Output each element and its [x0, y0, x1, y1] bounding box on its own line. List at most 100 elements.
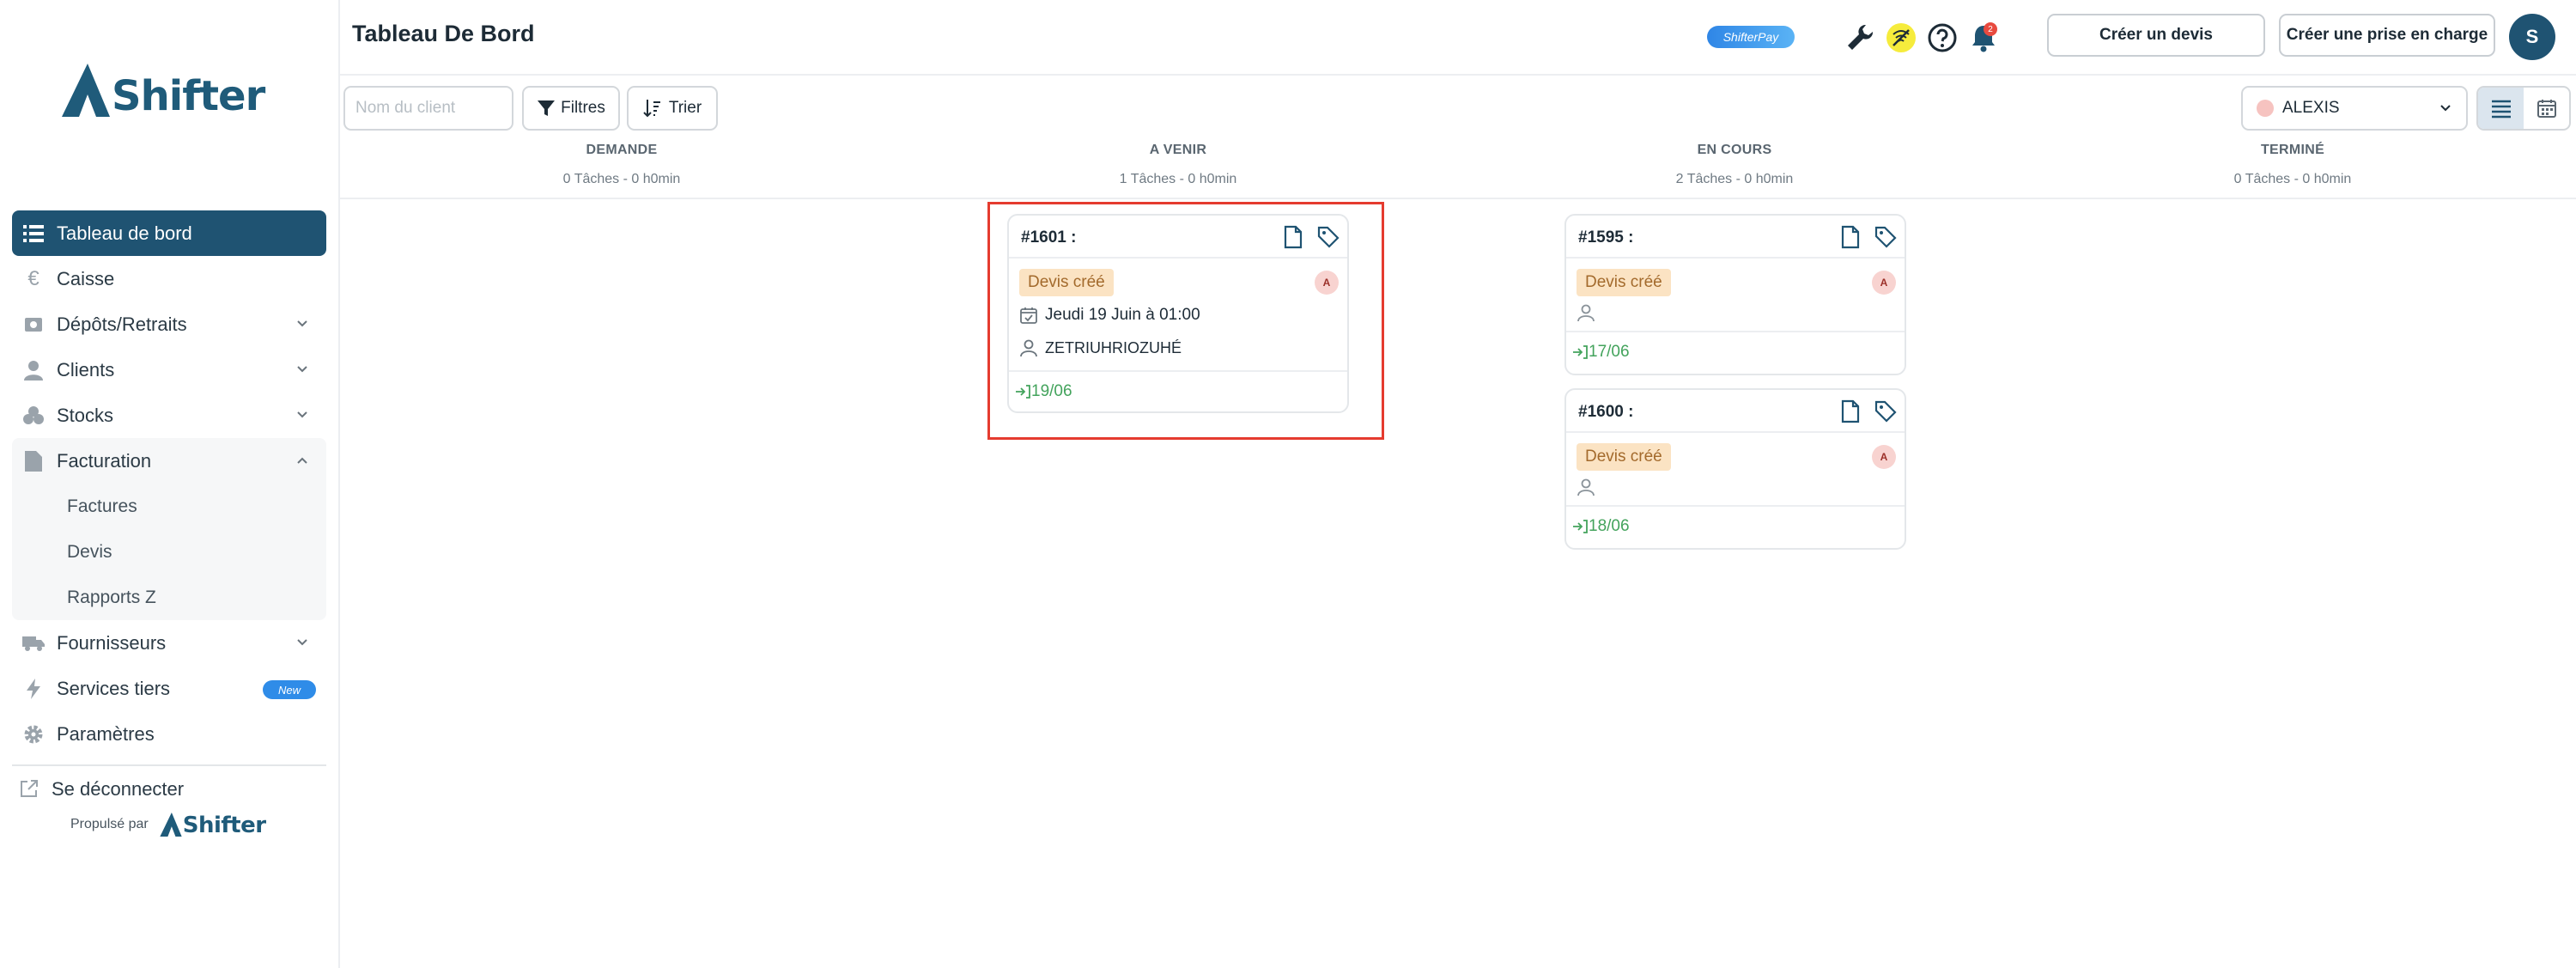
status-badge: Devis créé	[1577, 443, 1671, 471]
column-title: DEMANDE	[586, 143, 658, 157]
column-title: EN COURS	[1697, 143, 1772, 157]
wrench-icon[interactable]	[1843, 21, 1877, 55]
user-avatar[interactable]: S	[2509, 14, 2555, 60]
due-date: 17/06	[1571, 343, 1630, 362]
chevron-down-icon	[297, 411, 307, 418]
powered-by: Propulsé par Shifter	[70, 813, 266, 837]
sidebar-item-parametres[interactable]: Paramètres	[12, 711, 326, 757]
card-header: #1595 :	[1566, 216, 1905, 259]
column-title: A VENIR	[1149, 143, 1207, 157]
notification-count: 2	[1984, 22, 1997, 36]
sort-button[interactable]: Trier	[627, 86, 718, 131]
chevron-down-icon	[2440, 105, 2451, 112]
task-card-1595[interactable]: #1595 : Devis créé A 17/06	[1564, 214, 1906, 375]
new-badge: New	[263, 680, 316, 699]
external-link-icon	[19, 778, 41, 801]
user-outline-icon	[1577, 304, 1595, 322]
due-date-label: 17/06	[1589, 343, 1630, 361]
sidebar-item-caisse[interactable]: € Caisse	[12, 256, 326, 301]
column-title: TERMINÉ	[2260, 143, 2325, 157]
chevron-down-icon	[297, 639, 307, 646]
sidebar-item-stocks[interactable]: Stocks	[12, 393, 326, 438]
staff-color-dot	[2257, 100, 2274, 117]
logout-label: Se déconnecter	[52, 778, 185, 800]
calendar-view-button[interactable]	[2524, 88, 2569, 129]
file-icon	[22, 450, 45, 472]
chevron-down-icon	[297, 366, 307, 373]
staff-select[interactable]: ALEXIS	[2241, 86, 2468, 131]
tag-icon[interactable]	[1874, 225, 1898, 249]
board-divider	[340, 198, 2576, 199]
sidebar-item-fournisseurs[interactable]: Fournisseurs	[12, 620, 326, 666]
filters-label: Filtres	[561, 99, 605, 117]
top-header: Tableau De Bord ShifterPay 2 Créer un de…	[340, 0, 2576, 76]
technician-avatar: A	[1872, 445, 1896, 469]
sidebar-item-dashboard[interactable]: Tableau de bord	[12, 210, 326, 256]
powered-by-label: Propulsé par	[70, 817, 149, 831]
calendar-icon	[2537, 100, 2556, 118]
shifter-logo-icon	[160, 813, 182, 837]
facturation-group: Facturation Factures Devis Rapports Z	[12, 438, 326, 620]
sidebar-item-label: Tableau de bord	[57, 222, 192, 244]
sidebar-subitem-devis[interactable]: Devis	[12, 529, 326, 575]
filter-icon	[538, 100, 556, 116]
page-title: Tableau De Bord	[352, 21, 535, 46]
sidebar-item-label: Clients	[57, 358, 115, 381]
tag-icon[interactable]	[1874, 399, 1898, 423]
staff-selected-label: ALEXIS	[2282, 99, 2340, 117]
due-date: 18/06	[1571, 517, 1630, 536]
brand-name-small: Shifter	[182, 813, 266, 838]
create-intake-button[interactable]: Créer une prise en charge	[2279, 14, 2495, 57]
deposit-icon	[22, 314, 45, 336]
document-icon[interactable]	[1839, 399, 1862, 423]
task-card-1600[interactable]: #1600 : Devis créé A 18/06	[1564, 388, 1906, 550]
sidebar-item-clients[interactable]: Clients	[12, 347, 326, 393]
sidebar-item-facturation[interactable]: Facturation	[12, 438, 326, 484]
arrow-in-icon	[1573, 520, 1588, 533]
column-header-demande: DEMANDE 0 Tâches - 0 h0min	[364, 143, 879, 187]
shifter-mini-logo: Shifter	[159, 813, 266, 837]
card-header: #1600 :	[1566, 390, 1905, 433]
technician-avatar: A	[1872, 271, 1896, 295]
sidebar-item-label: Dépôts/Retraits	[57, 313, 187, 335]
boxes-icon	[22, 405, 45, 427]
chevron-up-icon	[297, 457, 307, 464]
card-client-row	[1577, 303, 1602, 322]
list-icon	[22, 222, 45, 245]
column-header-en-cours: EN COURS 2 Tâches - 0 h0min	[1477, 143, 1992, 187]
sort-label: Trier	[668, 99, 702, 117]
sidebar-subitem-rapports-z[interactable]: Rapports Z	[12, 575, 326, 620]
bolt-icon	[22, 678, 45, 700]
create-quote-button[interactable]: Créer un devis	[2047, 14, 2265, 57]
logout-link[interactable]: Se déconnecter	[19, 775, 184, 804]
card-footer: 18/06	[1566, 505, 1905, 550]
column-header-a-venir: A VENIR 1 Tâches - 0 h0min	[920, 143, 1436, 187]
view-toggle	[2476, 86, 2571, 131]
filters-button[interactable]: Filtres	[522, 86, 620, 131]
brand-name: Shifter	[112, 72, 265, 120]
truck-icon	[22, 632, 45, 654]
sidebar-item-label: Caisse	[57, 267, 115, 289]
highlight-frame	[987, 202, 1384, 440]
bell-icon[interactable]: 2	[1966, 21, 2001, 55]
card-id: #1595 :	[1578, 228, 1634, 247]
sidebar-item-label: Facturation	[57, 449, 152, 472]
due-date-label: 18/06	[1589, 517, 1630, 535]
shifter-logo[interactable]: Shifter	[62, 64, 265, 120]
sidebar-item-depots-retraits[interactable]: Dépôts/Retraits	[12, 301, 326, 347]
sidebar-item-services-tiers[interactable]: Services tiers New	[12, 666, 326, 711]
column-summary: 0 Tâches - 0 h0min	[2233, 172, 2352, 186]
no-connection-icon[interactable]	[1884, 21, 1918, 55]
help-icon[interactable]	[1925, 21, 1959, 55]
sidebar: Shifter Tableau de bord € Caisse Dépôts/…	[0, 0, 340, 968]
client-search-input[interactable]	[343, 86, 513, 131]
sidebar-subitem-factures[interactable]: Factures	[12, 484, 326, 529]
list-view-icon	[2491, 100, 2511, 119]
sidebar-item-label: Services tiers	[57, 677, 171, 699]
column-summary: 0 Tâches - 0 h0min	[562, 172, 681, 186]
document-icon[interactable]	[1839, 225, 1862, 249]
shifterpay-badge[interactable]: ShifterPay	[1707, 26, 1795, 48]
sidebar-nav: Tableau de bord € Caisse Dépôts/Retraits…	[12, 210, 326, 757]
list-view-button[interactable]	[2478, 88, 2524, 129]
card-id: #1600 :	[1578, 403, 1634, 421]
